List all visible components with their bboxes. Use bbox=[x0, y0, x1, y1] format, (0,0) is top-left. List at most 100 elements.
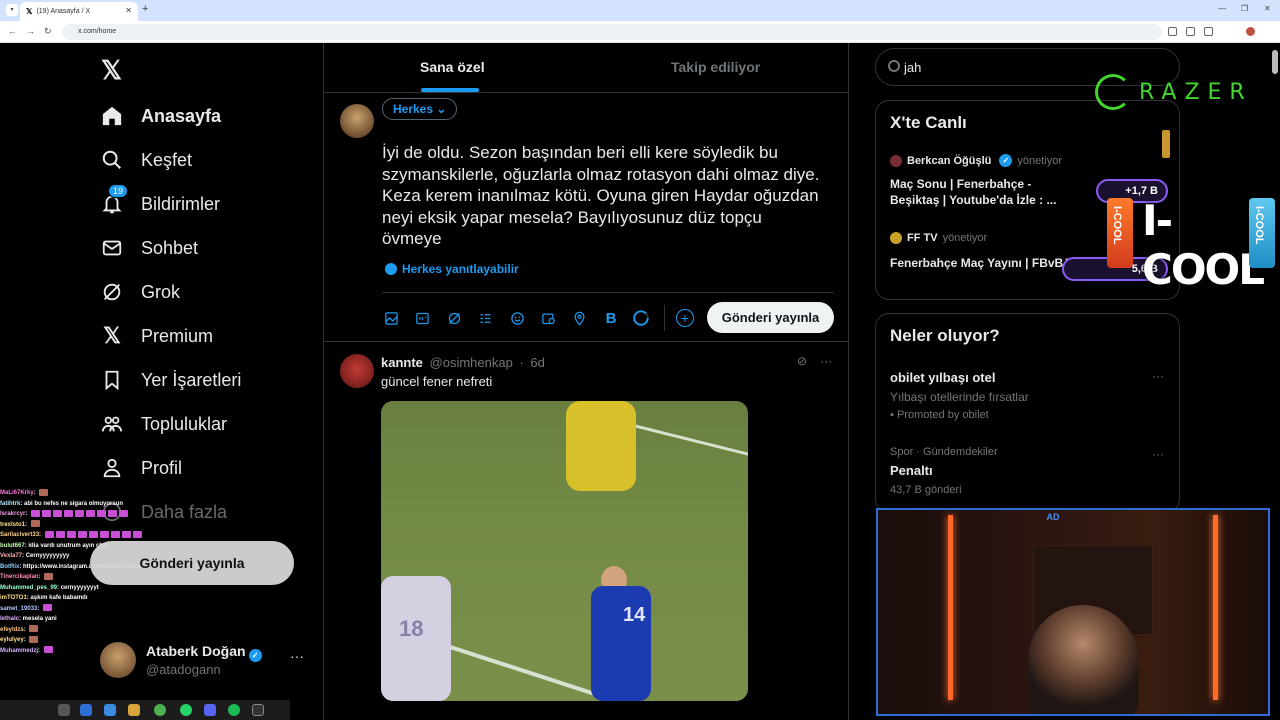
home-icon bbox=[100, 104, 124, 128]
more-icon[interactable]: ··· bbox=[1152, 369, 1164, 383]
nav-item-messages[interactable]: Sohbet bbox=[100, 233, 198, 263]
verified-badge-icon: ✓ bbox=[999, 154, 1013, 167]
trend-title[interactable]: Penaltı bbox=[890, 463, 933, 478]
nav-item-bookmarks[interactable]: Yer İşaretleri bbox=[100, 365, 241, 395]
character-count-ring-icon bbox=[632, 309, 650, 327]
tweet-author-name[interactable]: kannte bbox=[381, 355, 423, 370]
maximize-icon[interactable]: ❐ bbox=[1241, 4, 1248, 13]
live-title[interactable]: Maç Sonu | Fenerbahçe - Beşiktaş | Youtu… bbox=[890, 176, 1080, 208]
nav-item-profile[interactable]: Profil bbox=[100, 453, 182, 483]
profile-avatar-icon[interactable] bbox=[1246, 27, 1255, 36]
divider bbox=[664, 305, 665, 331]
image-icon[interactable] bbox=[382, 309, 400, 327]
gif-icon[interactable] bbox=[413, 309, 431, 327]
promoted-label: ▪ Promoted by obilet bbox=[890, 409, 989, 421]
bold-icon[interactable]: B bbox=[602, 309, 620, 327]
new-tab-button[interactable]: + bbox=[142, 3, 148, 15]
spotify-icon[interactable] bbox=[228, 704, 240, 716]
avatar bbox=[890, 232, 902, 244]
discord-icon[interactable] bbox=[204, 704, 216, 716]
address-bar[interactable]: x.com/home bbox=[62, 24, 1162, 40]
emoji-icon[interactable] bbox=[508, 309, 526, 327]
taskview-icon[interactable] bbox=[58, 704, 70, 716]
search-icon bbox=[888, 60, 900, 72]
globe-icon bbox=[385, 263, 397, 275]
nav-label: Bildirimler bbox=[141, 193, 221, 214]
razer-snake-icon bbox=[1095, 74, 1131, 110]
tweet-author-handle[interactable]: @osimhenkap bbox=[430, 355, 513, 370]
location-icon[interactable] bbox=[570, 309, 588, 327]
live-host[interactable]: FF TV yönetiyor bbox=[890, 232, 987, 244]
obs-icon[interactable] bbox=[252, 704, 264, 716]
more-icon[interactable]: ··· bbox=[820, 354, 832, 368]
browser-tab[interactable]: 𝕏 (19) Anasayfa / X ✕ bbox=[20, 2, 138, 21]
sidebar-icon[interactable] bbox=[1204, 27, 1213, 36]
nav-item-grok[interactable]: Grok bbox=[100, 277, 180, 307]
scrollbar[interactable] bbox=[1272, 50, 1278, 74]
tweet-video[interactable]: 18 14 bbox=[381, 401, 748, 701]
streamer bbox=[1028, 605, 1138, 714]
tab-following[interactable]: Takip ediliyor bbox=[671, 59, 760, 75]
tab-search-icon[interactable]: ▾ bbox=[6, 4, 18, 16]
player-figure bbox=[566, 401, 636, 491]
minimize-icon[interactable]: — bbox=[1218, 4, 1226, 13]
live-host[interactable]: Berkcan Öğüşlü ✓ yönetiyor bbox=[890, 154, 1062, 167]
chat-message: imTOTO1: aşkım kafe babamdı bbox=[0, 595, 88, 601]
nav-item-communities[interactable]: Topluluklar bbox=[100, 409, 227, 439]
trend-title[interactable]: obilet yılbaşı otel bbox=[890, 370, 995, 385]
tweet-actions: ⊘ ··· bbox=[797, 354, 832, 368]
schedule-icon[interactable] bbox=[539, 309, 557, 327]
whatsapp-icon[interactable] bbox=[180, 704, 192, 716]
compose-post-button[interactable]: Gönderi yayınla bbox=[707, 302, 834, 333]
folder-icon[interactable] bbox=[128, 704, 140, 716]
grok-icon[interactable] bbox=[445, 309, 463, 327]
live-card: X'te Canlı Berkcan Öğüşlü ✓ yönetiyor Maç… bbox=[875, 100, 1180, 300]
audience-selector[interactable]: Herkes ⌄ bbox=[382, 98, 458, 120]
back-icon[interactable]: ← bbox=[8, 26, 17, 36]
edge-icon[interactable] bbox=[80, 704, 92, 716]
chat-message: lethalc: mesela yani bbox=[0, 616, 57, 622]
poll-icon[interactable] bbox=[476, 309, 494, 327]
browser-tab-title: (19) Anasayfa / X bbox=[36, 8, 91, 15]
post-button[interactable]: Gönderi yayınla bbox=[90, 541, 294, 585]
avatar bbox=[100, 642, 136, 678]
chat-message: samet_19033: bbox=[0, 604, 240, 615]
add-post-icon[interactable]: + bbox=[676, 309, 694, 327]
account-switcher[interactable]: Ataberk Doğan ✓ @atadogann ··· bbox=[100, 640, 310, 682]
energy-can-icon: I-COOL bbox=[1249, 198, 1275, 268]
nav-item-explore[interactable]: Keşfet bbox=[100, 145, 192, 175]
chat-message: trexlsto1: bbox=[0, 520, 240, 531]
nav-item-premium[interactable]: 𝕏 Premium bbox=[100, 321, 213, 351]
trends-card: Neler oluyor? obilet yılbaşı otel ··· Yı… bbox=[875, 313, 1180, 513]
nav-label: Anasayfa bbox=[141, 105, 222, 126]
extension-icon[interactable] bbox=[1186, 27, 1195, 36]
tweet-timestamp[interactable]: 6d bbox=[530, 355, 544, 370]
more-icon[interactable]: ··· bbox=[1152, 447, 1164, 461]
nav-label: Grok bbox=[141, 281, 181, 302]
x-logo[interactable]: 𝕏 bbox=[101, 55, 122, 86]
nav-item-notifications[interactable]: 19 Bildirimler bbox=[100, 184, 221, 219]
trend-subtitle: Yılbaşı otellerinde fırsatlar bbox=[890, 390, 1029, 404]
webcam-feed: AD bbox=[876, 508, 1270, 716]
chrome-icon[interactable] bbox=[154, 704, 166, 716]
reload-icon[interactable]: ↻ bbox=[44, 26, 52, 37]
chat-message: Sarilacivert33: bbox=[0, 530, 240, 541]
more-icon[interactable]: ··· bbox=[290, 648, 304, 664]
close-window-icon[interactable]: ✕ bbox=[1264, 4, 1271, 13]
live-title[interactable]: Fenerbahçe Maç Yayını | FBvBJK bbox=[890, 255, 1080, 271]
tab-close-icon[interactable]: ✕ bbox=[125, 6, 132, 15]
grok-icon[interactable]: ⊘ bbox=[797, 354, 807, 368]
avatar bbox=[340, 104, 374, 138]
forward-icon[interactable]: → bbox=[26, 26, 35, 36]
energy-can-icon: I-COOL bbox=[1107, 198, 1133, 268]
compose-textarea[interactable]: İyi de oldu. Sezon başından beri elli ke… bbox=[382, 142, 822, 250]
tab-for-you[interactable]: Sana özel bbox=[420, 59, 485, 75]
avatar[interactable] bbox=[340, 354, 374, 388]
active-tab-indicator bbox=[421, 88, 479, 92]
reply-setting[interactable]: Herkes yanıtlayabilir bbox=[385, 262, 519, 276]
store-icon[interactable] bbox=[104, 704, 116, 716]
extension-icon[interactable] bbox=[1168, 27, 1177, 36]
chat-message: fatihtrk: abi bu nefes ne sigara olmuyor… bbox=[0, 500, 124, 507]
nav-item-home[interactable]: Anasayfa bbox=[100, 101, 221, 131]
nav-label: Keşfet bbox=[141, 149, 193, 170]
